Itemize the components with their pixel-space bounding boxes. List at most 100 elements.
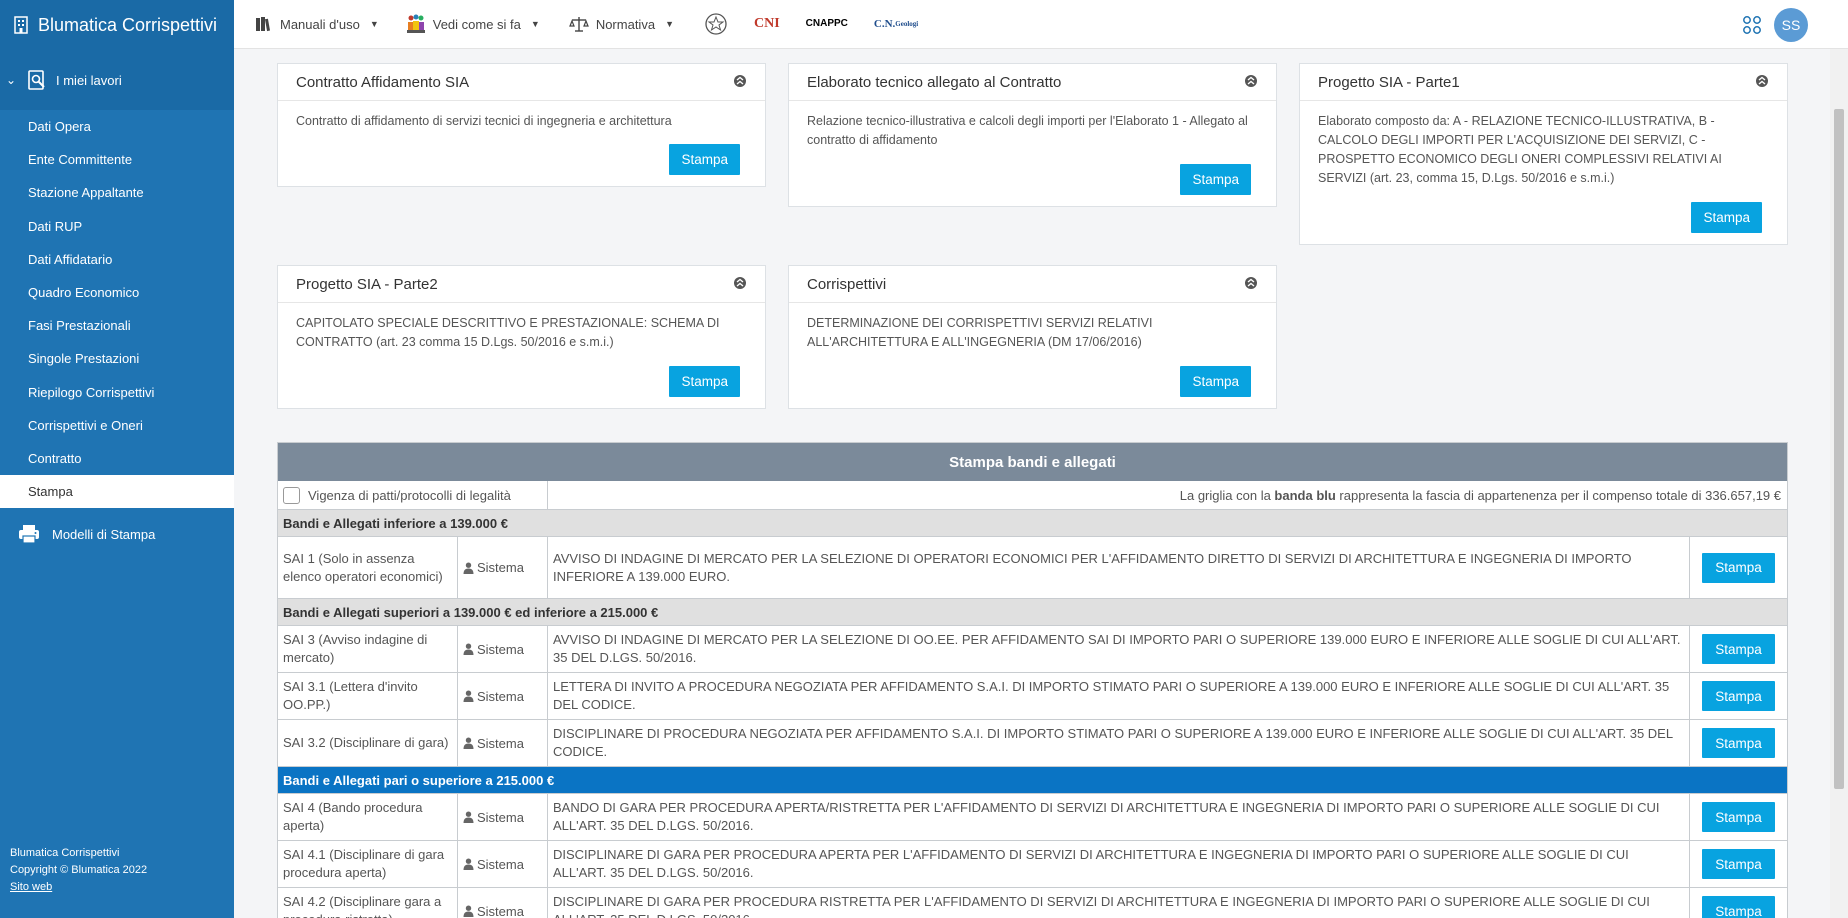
logo-cna-ppc[interactable]: CNA PPC xyxy=(806,19,848,29)
card-body: Relazione tecnico-illustrativa e calcoli… xyxy=(807,114,1248,147)
stampa-button[interactable]: Stampa xyxy=(1702,728,1775,758)
table-row: SAI 4.1 (Disciplinare di gara procedura … xyxy=(278,841,1787,888)
main-content: Contratto Affidamento SIA Contratto di a… xyxy=(234,49,1830,918)
menu-vedi-come[interactable]: Vedi come si fa ▼ xyxy=(405,13,540,35)
row-author: Sistema xyxy=(458,720,548,766)
stampa-button[interactable]: Stampa xyxy=(1702,552,1775,583)
nav-list: Dati Opera Ente Committente Stazione App… xyxy=(0,110,234,509)
app-title: Blumatica Corrispettivi xyxy=(38,14,218,35)
sidebar-item-corrispettivi-oneri[interactable]: Corrispettivi e Oneri xyxy=(0,409,234,442)
vigenza-checkbox[interactable] xyxy=(283,486,300,504)
row-author: Sistema xyxy=(458,841,548,887)
collapse-icon[interactable] xyxy=(1244,74,1260,90)
collapse-icon[interactable] xyxy=(733,276,749,292)
stampa-button[interactable]: Stampa xyxy=(1702,896,1775,918)
row-action: Stampa xyxy=(1690,794,1787,840)
menu-normativa-label: Normativa xyxy=(595,16,656,32)
author-label: Sistema xyxy=(477,641,524,657)
vigenza-toggle[interactable]: Vigenza di patti/protocolli di legalità xyxy=(278,481,548,509)
card-progetto-sia-parte2: Progetto SIA - Parte2 CAPITOLATO SPECIAL… xyxy=(277,265,766,409)
printer-icon xyxy=(18,524,40,544)
sidebar: Blumatica Corrispettivi ⌄ I miei lavori … xyxy=(0,0,234,918)
footer-site-link[interactable]: Sito web xyxy=(10,881,52,893)
table-row: SAI 1 (Solo in assenza elenco operatori … xyxy=(278,537,1787,599)
card-body: DETERMINAZIONE DEI CORRISPETTIVI SERVIZI… xyxy=(807,316,1153,349)
sidebar-item-contratto[interactable]: Contratto xyxy=(0,442,234,475)
table-row: SAI 4 (Bando procedura aperta) Sistema B… xyxy=(278,794,1787,841)
logo-cn-top: C.N. xyxy=(873,17,896,30)
row-action: Stampa xyxy=(1690,841,1787,887)
sidebar-item-dati-opera[interactable]: Dati Opera xyxy=(0,110,234,143)
card-title: Contratto Affidamento SIA xyxy=(296,73,470,91)
row-description: DISCIPLINARE DI GARA PER PROCEDURA APERT… xyxy=(548,841,1690,887)
section-i-miei-lavori[interactable]: ⌄ I miei lavori xyxy=(0,50,234,110)
logo-cn-geologi[interactable]: C.N. Geologi xyxy=(873,17,918,30)
note-pre: La griglia con la xyxy=(1179,487,1275,503)
user-icon xyxy=(463,811,474,823)
caret-down-icon: ▼ xyxy=(369,19,379,29)
sidebar-item-quadro-economico[interactable]: Quadro Economico xyxy=(0,276,234,309)
row-code: SAI 4 (Bando procedura aperta) xyxy=(278,794,458,840)
stampa-button[interactable]: Stampa xyxy=(1702,802,1775,832)
author-label: Sistema xyxy=(477,688,524,704)
stampa-button[interactable]: Stampa xyxy=(1691,202,1762,233)
scales-icon xyxy=(568,13,590,35)
group-header: Bandi e Allegati inferiore a 139.000 € xyxy=(278,510,1787,537)
collapse-icon[interactable] xyxy=(1244,276,1260,292)
search-document-icon xyxy=(26,69,48,91)
brand[interactable]: Blumatica Corrispettivi xyxy=(0,0,234,50)
stampa-button[interactable]: Stampa xyxy=(1702,681,1775,711)
author-label: Sistema xyxy=(477,809,524,825)
row-author: Sistema xyxy=(458,888,548,918)
user-icon xyxy=(463,643,474,655)
row-code: SAI 3.2 (Disciplinare di gara) xyxy=(278,720,458,766)
author-label: Sistema xyxy=(477,560,524,575)
row-description: LETTERA DI INVITO A PROCEDURA NEGOZIATA … xyxy=(548,673,1690,719)
sidebar-item-riepilogo-corrispettivi[interactable]: Riepilogo Corrispettivi xyxy=(0,376,234,409)
topbar: Manuali d'uso ▼ Vedi come si fa ▼ Normat… xyxy=(234,0,1848,49)
menu-normativa[interactable]: Normativa ▼ xyxy=(568,13,674,35)
apps-grid-icon[interactable] xyxy=(1742,15,1762,35)
sidebar-item-singole-prestazioni[interactable]: Singole Prestazioni xyxy=(0,342,234,375)
avatar[interactable]: SS xyxy=(1774,8,1808,42)
scrollbar-thumb[interactable] xyxy=(1834,109,1844,789)
sidebar-item-ente-committente[interactable]: Ente Committente xyxy=(0,143,234,176)
vigenza-row: Vigenza di patti/protocolli di legalità … xyxy=(278,481,1787,510)
row-description: AVVISO DI INDAGINE DI MERCATO PER LA SEL… xyxy=(548,537,1690,598)
sidebar-item-dati-rup[interactable]: Dati RUP xyxy=(0,210,234,243)
sidebar-item-stazione-appaltante[interactable]: Stazione Appaltante xyxy=(0,176,234,209)
stampa-button[interactable]: Stampa xyxy=(669,144,740,175)
sidebar-item-dati-affidatario[interactable]: Dati Affidatario xyxy=(0,243,234,276)
author-label: Sistema xyxy=(477,903,524,918)
stampa-button[interactable]: Stampa xyxy=(1180,366,1251,397)
page-scrollbar[interactable] xyxy=(1830,49,1848,918)
collapse-icon[interactable] xyxy=(733,74,749,90)
group-header-highlighted: Bandi e Allegati pari o superiore a 215.… xyxy=(278,767,1787,794)
chevron-down-icon: ⌄ xyxy=(6,73,17,87)
user-icon xyxy=(463,562,474,574)
modelli-label: Modelli di Stampa xyxy=(52,526,156,542)
sidebar-item-modelli-di-stampa[interactable]: Modelli di Stampa xyxy=(0,510,234,558)
stampa-button[interactable]: Stampa xyxy=(1702,849,1775,879)
menu-manuali[interactable]: Manuali d'uso ▼ xyxy=(252,13,379,35)
sidebar-item-fasi-prestazionali[interactable]: Fasi Prestazionali xyxy=(0,309,234,342)
stampa-button[interactable]: Stampa xyxy=(1180,164,1251,195)
stampa-button[interactable]: Stampa xyxy=(669,366,740,397)
row-code: SAI 3.1 (Lettera d'invito OO.PP.) xyxy=(278,673,458,719)
card-body: Elaborato composto da: A - RELAZIONE TEC… xyxy=(1318,114,1722,185)
card-corrispettivi: Corrispettivi DETERMINAZIONE DEI CORRISP… xyxy=(788,265,1277,409)
stampa-button[interactable]: Stampa xyxy=(1702,634,1775,664)
emblem-icon[interactable] xyxy=(704,12,728,36)
card-body: CAPITOLATO SPECIALE DESCRITTIVO E PRESTA… xyxy=(296,316,720,349)
user-icon xyxy=(463,858,474,870)
sidebar-item-stampa[interactable]: Stampa xyxy=(0,475,234,509)
card-progetto-sia-parte1: Progetto SIA - Parte1 Elaborato composto… xyxy=(1299,63,1788,245)
section-label: I miei lavori xyxy=(56,72,122,88)
menu-vedi-come-label: Vedi come si fa xyxy=(432,16,521,32)
bandi-title: Stampa bandi e allegati xyxy=(278,443,1787,481)
row-description: BANDO DI GARA PER PROCEDURA APERTA/RISTR… xyxy=(548,794,1690,840)
row-author: Sistema xyxy=(458,794,548,840)
card-header: Progetto SIA - Parte2 xyxy=(278,266,765,303)
collapse-icon[interactable] xyxy=(1755,74,1771,90)
logo-cni[interactable]: CNI xyxy=(754,16,780,32)
